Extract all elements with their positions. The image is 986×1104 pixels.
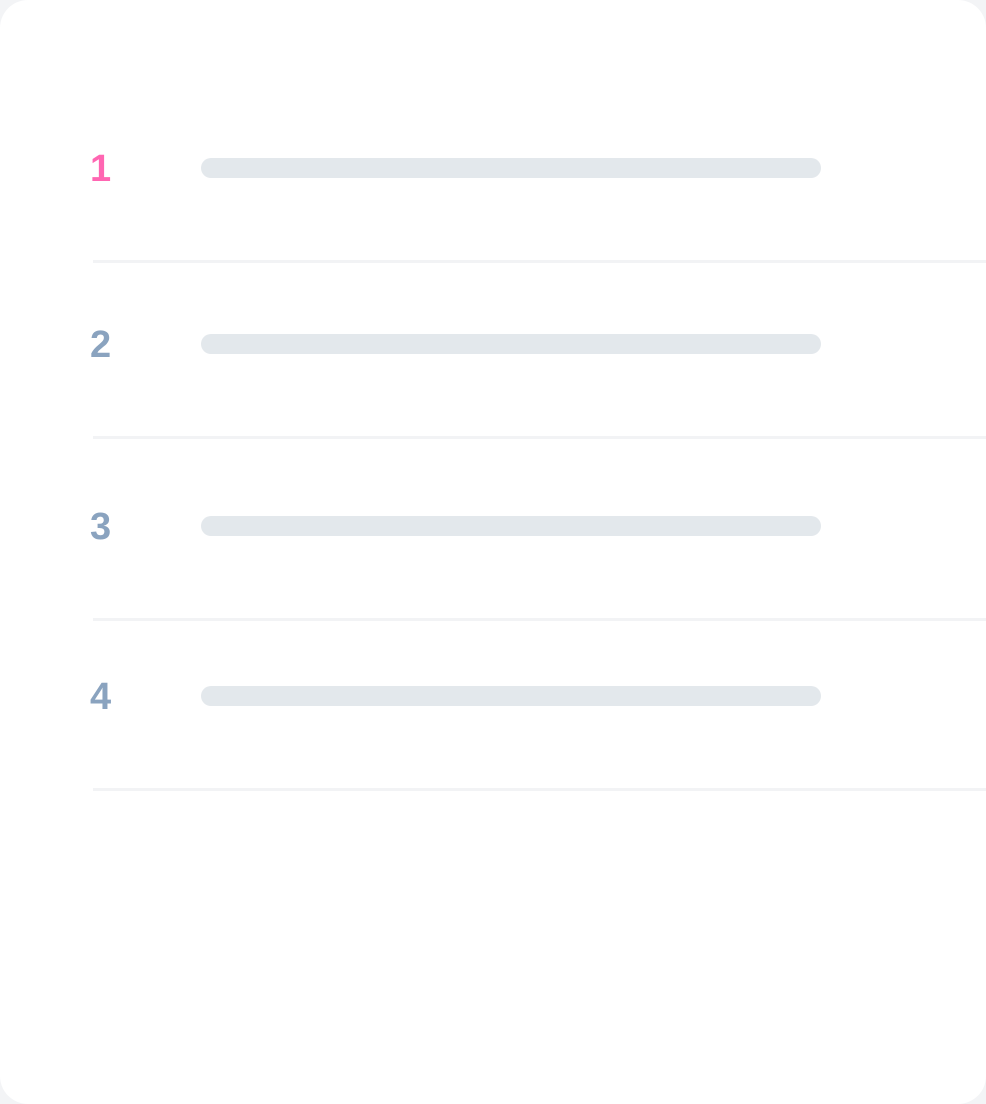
text-placeholder-bar — [201, 686, 821, 706]
divider — [93, 436, 986, 439]
item-number: 1 — [90, 148, 112, 190]
card-panel: 1 2 3 4 — [0, 0, 986, 1104]
text-placeholder-bar — [201, 516, 821, 536]
text-placeholder-bar — [201, 334, 821, 354]
divider — [93, 260, 986, 263]
divider — [93, 788, 986, 791]
text-placeholder-bar — [201, 158, 821, 178]
item-number: 4 — [90, 676, 112, 718]
divider — [93, 618, 986, 621]
item-number: 2 — [90, 324, 112, 366]
item-number: 3 — [90, 506, 112, 548]
